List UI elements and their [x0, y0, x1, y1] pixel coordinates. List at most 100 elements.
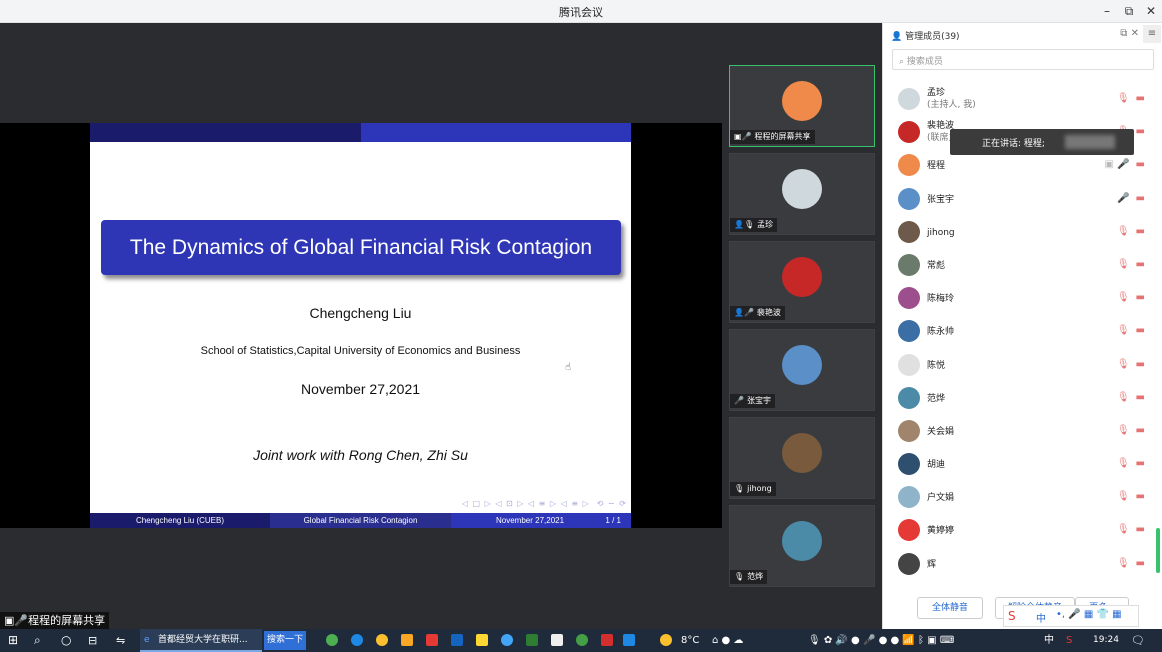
window-title: 腾讯会议: [559, 6, 603, 19]
camera-off-icon: ▬: [1135, 159, 1145, 171]
member-list-scrollbar[interactable]: [1156, 528, 1160, 573]
search-icon: ⌕: [899, 57, 905, 67]
weather-temp: 8°C: [681, 635, 700, 646]
camera-off-icon: ▬: [1135, 192, 1145, 204]
member-search-input[interactable]: ⌕ 搜索成员: [892, 49, 1154, 70]
app-icon[interactable]: [426, 634, 438, 646]
members-title: 👤 管理成员(39): [891, 32, 960, 42]
member-row[interactable]: 陈悦 🎙 ▬: [883, 349, 1153, 382]
mic-muted-icon: 🎙: [1116, 292, 1130, 304]
avatar: [898, 419, 920, 442]
start-icon[interactable]: ⊞: [8, 629, 18, 652]
ie-icon: e: [144, 635, 150, 645]
mic-icon: 👤🎤: [734, 308, 754, 317]
avatar: [898, 519, 920, 542]
avatar: [782, 433, 822, 473]
menu-icon[interactable]: ≡: [1143, 25, 1161, 43]
speaking-text: 正在讲话: 程程;: [982, 139, 1045, 149]
minimize-button[interactable]: –: [1096, 2, 1118, 20]
footer-date-page: November 27,2021 1 / 1: [451, 513, 631, 528]
video-tile-caption: 👤🎤 裴艳波: [730, 306, 785, 320]
taskbar-search-button[interactable]: 搜索一下: [264, 631, 306, 650]
slide-title: The Dynamics of Global Financial Risk Co…: [101, 220, 621, 275]
members-panel-header: 👤 管理成员(39) ⧉ ✕ ≡: [883, 23, 1162, 45]
camera-off-icon: ▬: [1135, 557, 1145, 569]
video-tile[interactable]: 👤🎤 裴艳波: [729, 241, 875, 323]
avatar: [782, 345, 822, 385]
avatar: [898, 187, 920, 210]
system-tray-icons[interactable]: 🎙 ✿ 🔊 ● 🎤 ● ● 📶 ᛒ ▣ ⌨: [808, 629, 954, 652]
sogou-tray-icon[interactable]: S: [1066, 629, 1072, 652]
footer-author: Chengcheng Liu (CUEB): [90, 513, 270, 528]
video-tile[interactable]: ▣🎤 程程的屏幕共享: [729, 65, 875, 147]
edge-icon[interactable]: [351, 634, 363, 646]
ime-toolbar[interactable]: S 中 •, 🎤 ▦ 👕 ▦: [1003, 605, 1139, 627]
popout-icon[interactable]: ⧉: [1120, 28, 1127, 39]
mute-all-button[interactable]: 全体静音: [917, 597, 983, 619]
slide-topbar-right: [361, 123, 631, 142]
member-row[interactable]: 陈永帅 🎙 ▬: [883, 315, 1153, 348]
pdf-icon[interactable]: [601, 634, 613, 646]
speaking-tooltip: 正在讲话: 程程;: [950, 129, 1134, 155]
video-tile[interactable]: 🎙 范烨: [729, 505, 875, 587]
avatar: [898, 320, 920, 343]
presentation-slide: The Dynamics of Global Financial Risk Co…: [90, 123, 631, 528]
excel-icon[interactable]: [526, 634, 538, 646]
cortana-icon[interactable]: ○: [61, 629, 71, 652]
restore-button[interactable]: ⧉: [1118, 2, 1140, 20]
member-row[interactable]: 户文娟 🎙 ▬: [883, 481, 1153, 514]
avatar: [782, 81, 822, 121]
camera-off-icon: ▬: [1135, 126, 1145, 138]
tencent-meeting-icon[interactable]: [623, 634, 635, 646]
video-tile[interactable]: 🎤 张宝宇: [729, 329, 875, 411]
camera-off-icon: ▬: [1135, 325, 1145, 337]
folder-icon[interactable]: [401, 634, 413, 646]
member-row[interactable]: 常彪 🎙 ▬: [883, 249, 1153, 282]
member-row[interactable]: 胡迪 🎙 ▬: [883, 448, 1153, 481]
avatar: [898, 253, 920, 276]
member-row[interactable]: 张宝宇 🎤 ▬: [883, 183, 1153, 216]
wechat-icon[interactable]: [576, 634, 588, 646]
word-icon[interactable]: [451, 634, 463, 646]
tray-lang[interactable]: 中: [1044, 629, 1054, 652]
video-tile[interactable]: 👤🎙 孟珍: [729, 153, 875, 235]
slide-nav-symbols: ◁ □ ▷ ◁ ⊡ ▷ ◁ ≡ ▷ ◁ ≡ ▷ ⟲ ∽ ⟳: [461, 499, 627, 508]
avatar: [898, 453, 920, 476]
member-list: 孟珍(主持人, 我)🎙▬ 裴艳波(联席主持人)🎙▬ 程程▣ 🎤▬ 张宝宇🎤▬ j…: [883, 83, 1153, 581]
camera-off-icon: ▬: [1135, 391, 1145, 403]
mic-muted-icon: 🎙: [734, 484, 745, 493]
app-icon[interactable]: [501, 634, 513, 646]
ie-taskbar-tab[interactable]: e 首都经贸大学在职研...: [140, 629, 262, 652]
task-view-icon[interactable]: ⊟: [88, 629, 97, 652]
mic-icon: 🎤: [1117, 159, 1130, 171]
file-icon[interactable]: [551, 634, 563, 646]
mic-muted-icon: 🎙: [1116, 358, 1130, 370]
avatar: [898, 386, 920, 409]
avatar: [782, 521, 822, 561]
panel-tools: ⧉ ✕: [1120, 28, 1139, 39]
screen-share-icon: ▣🎤: [4, 614, 29, 627]
member-row[interactable]: 孟珍 (主持人, 我) 🎙 ▬: [883, 83, 1153, 116]
search-icon[interactable]: ⌕: [34, 629, 41, 652]
video-tile[interactable]: 🎙 jihong: [729, 417, 875, 499]
tray-icons[interactable]: ⌂ ● ☁: [712, 629, 743, 652]
app-icon[interactable]: ⇋: [116, 629, 125, 652]
app-icon[interactable]: [326, 634, 338, 646]
chrome-icon[interactable]: [376, 634, 388, 646]
member-row[interactable]: jihong 🎙 ▬: [883, 216, 1153, 249]
member-row[interactable]: 陈梅玲 🎙 ▬: [883, 282, 1153, 315]
member-row[interactable]: 辉 🎙 ▬: [883, 548, 1153, 581]
member-row[interactable]: 范烨 🎙 ▬: [883, 382, 1153, 415]
member-row[interactable]: 关会娟 🎙 ▬: [883, 415, 1153, 448]
member-row[interactable]: 黄婷婷 🎙 ▬: [883, 514, 1153, 547]
app-icon[interactable]: [476, 634, 488, 646]
notification-icon[interactable]: 🗨: [1131, 629, 1145, 652]
slide-school: School of Statistics,Capital University …: [200, 345, 521, 357]
clock[interactable]: 19:24: [1093, 629, 1119, 652]
close-panel-icon[interactable]: ✕: [1131, 28, 1139, 39]
close-button[interactable]: ✕: [1140, 2, 1162, 20]
avatar: [898, 154, 920, 177]
mic-muted-icon: 🎙: [1116, 391, 1130, 403]
user-icon: 👤: [891, 32, 903, 42]
slide-author: Chengcheng Liu: [309, 305, 412, 321]
